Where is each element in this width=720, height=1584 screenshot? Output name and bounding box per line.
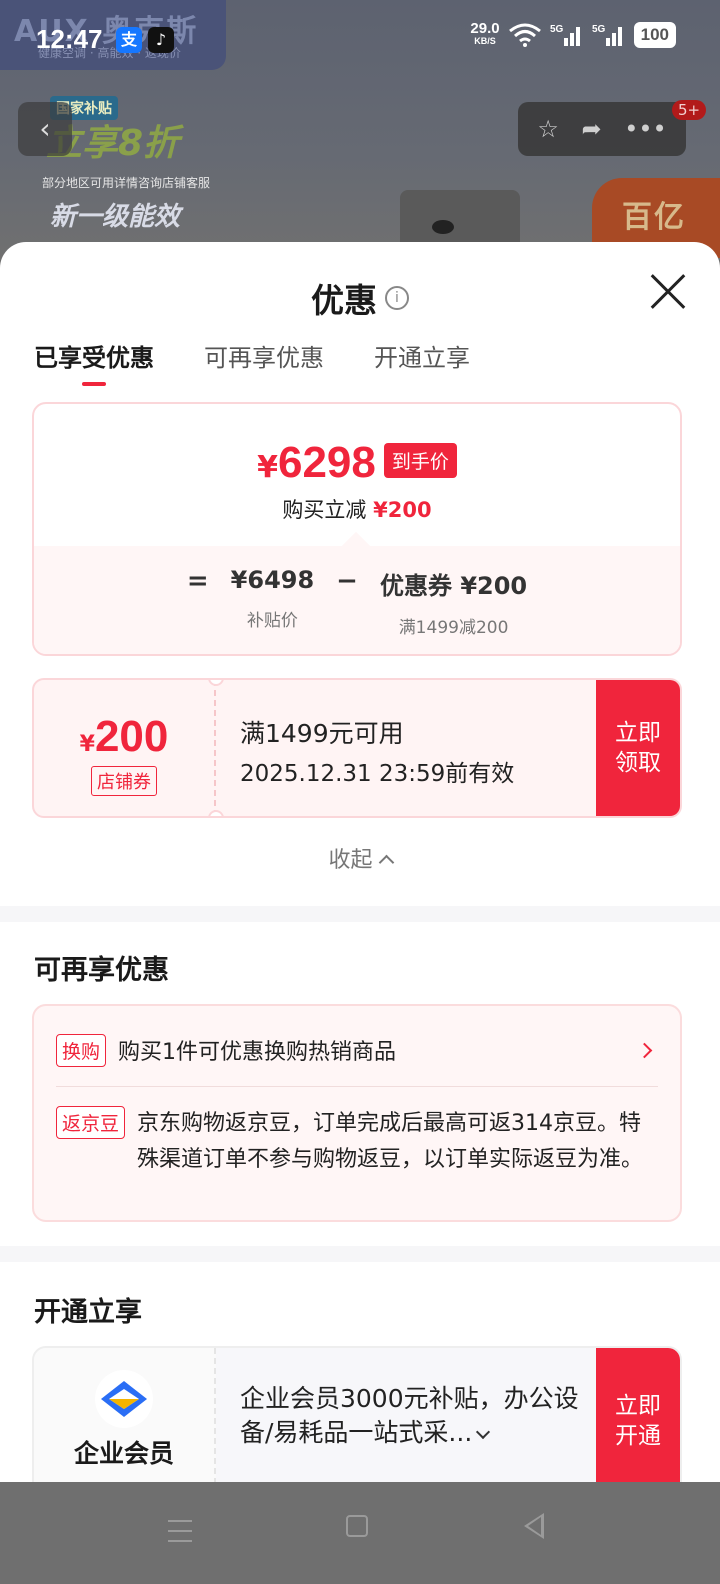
coupon-value-label: 满1499减200 [398, 618, 509, 638]
sheet-title: 优惠 i [0, 274, 720, 322]
tab-more-discounts[interactable]: 可再享优惠 [204, 338, 324, 382]
back-button[interactable]: ‹ [18, 102, 72, 156]
net-speed: 29.0 KB/S [470, 21, 499, 48]
equals-sign: = [186, 566, 209, 596]
discount-sheet: 优惠 i 已享受优惠 可再享优惠 开通立享 ¥6298 到手价 购买立减 ¥200 … [0, 242, 720, 1482]
open-member-button[interactable]: 立即开通 [596, 1348, 680, 1482]
share-icon[interactable]: ➦ [581, 115, 601, 143]
coupon-currency: ¥ [79, 732, 95, 757]
close-icon[interactable] [648, 272, 688, 312]
sheet-title-text: 优惠 [311, 281, 377, 320]
top-action-group: ☆ ➦ ••• [518, 102, 686, 156]
enterprise-member-name: 企业会员 [73, 1439, 174, 1468]
home-icon[interactable] [346, 1515, 368, 1537]
enterprise-member-desc[interactable]: 企业会员3000元补贴，办公设备/易耗品一站式采... [240, 1382, 580, 1450]
coupon-type-tag: 店铺券 [91, 766, 157, 796]
coupon-value-col: 优惠券 ¥200 满1499减200 [380, 566, 527, 638]
jingdou-tag: 返京豆 [56, 1106, 126, 1139]
reduce-amount: ¥200 [373, 498, 432, 522]
coupon-amount-section: ¥200 店铺券 [34, 680, 216, 816]
product-image-detail [432, 220, 454, 234]
final-price: ¥6298 到手价 [34, 438, 680, 488]
store-coupon: ¥200 店铺券 满1499元可用 2025.12.31 23:59前有效 立即… [32, 678, 682, 818]
menu-icon[interactable] [168, 1520, 192, 1542]
banner-energy: 新一级能效 [50, 202, 181, 232]
system-nav-bar [0, 1482, 720, 1584]
collapse-label: 收起 [328, 848, 373, 873]
promo-separator [56, 1086, 658, 1087]
coupon-amount: ¥200 [34, 712, 214, 762]
back-triangle-icon[interactable] [524, 1513, 544, 1539]
open-enjoy-title: 开通立享 [34, 1297, 142, 1328]
price-summary: ¥6298 到手价 购买立减 ¥200 [34, 404, 680, 546]
info-icon[interactable]: i [385, 286, 409, 310]
coupon-expiry: 2025.12.31 23:59前有效 [240, 761, 515, 787]
signal-5g-icon: 5G [550, 24, 580, 46]
trade-in-tag: 换购 [56, 1033, 107, 1067]
section-divider [0, 906, 720, 922]
price-formula: = ¥6498 补贴价 − 优惠券 ¥200 满1499减200 [34, 566, 680, 638]
product-image [400, 190, 520, 250]
base-price-label: 补贴价 [246, 611, 298, 631]
status-time: 12:47 [36, 24, 103, 54]
status-bar: 12:47 支 ♪ 29.0 KB/S 5G 5G 100 [0, 0, 720, 80]
svg-text:5G: 5G [550, 24, 564, 35]
chevron-down-icon[interactable] [476, 1424, 491, 1440]
enterprise-member-card: 企业会员 企业会员3000元补贴，办公设备/易耗品一站式采... 立即开通 [32, 1346, 682, 1482]
banner-note: 部分地区可用详情咨询店铺客服 [42, 176, 211, 190]
reduce-line: 购买立减 ¥200 [34, 494, 680, 524]
tiktok-icon: ♪ [148, 27, 174, 53]
base-price-col: ¥6498 补贴价 [231, 566, 315, 631]
coupon-condition: 满1499元可用 [240, 719, 404, 748]
tab-open-enjoy[interactable]: 开通立享 [374, 338, 470, 382]
status-indicators: 29.0 KB/S 5G 5G 100 [470, 21, 676, 48]
svg-text:5G: 5G [592, 24, 606, 35]
wifi-icon [508, 23, 541, 47]
reduce-label: 购买立减 [282, 498, 367, 522]
base-price: ¥6498 [230, 566, 315, 594]
coupon-notch-bottom [208, 810, 224, 816]
currency-symbol: ¥ [257, 450, 278, 485]
enterprise-member-desc-text: 企业会员3000元补贴，办公设备/易耗品一站式采... [240, 1384, 579, 1447]
more-discounts-box: 换购 购买1件可优惠换购热销商品 返京豆 京东购物返京豆，订单完成后最高可返31… [32, 1004, 682, 1222]
chevron-up-icon [378, 854, 394, 871]
coupon-details: 满1499元可用 2025.12.31 23:59前有效 [240, 714, 514, 788]
coupon-value: 优惠券 ¥200 [379, 572, 528, 600]
chevron-right-icon[interactable] [636, 1042, 653, 1058]
minus-sign: − [336, 566, 358, 596]
vip-left-section: 企业会员 [34, 1348, 216, 1482]
price-breakdown: = ¥6498 补贴价 − 优惠券 ¥200 满1499减200 [34, 546, 680, 654]
battery-icon: 100 [633, 22, 676, 48]
more-icon[interactable]: ••• [624, 115, 666, 143]
trade-in-row[interactable]: 换购 购买1件可优惠换购热销商品 [56, 1028, 658, 1072]
section-divider [0, 1246, 720, 1262]
collapse-button[interactable]: 收起 [0, 842, 720, 874]
coupon-amount-value: 200 [94, 712, 169, 761]
price-card: ¥6298 到手价 购买立减 ¥200 = ¥6498 补贴价 − 优惠券 ¥20… [32, 402, 682, 656]
tab-enjoyed[interactable]: 已享受优惠 [34, 338, 154, 386]
jingdou-row: 返京豆 京东购物返京豆，订单完成后最高可返314京豆。特殊渠道订单不参与购物返豆… [56, 1106, 658, 1178]
star-icon[interactable]: ☆ [537, 115, 559, 143]
promo-badge-text: 百亿 [622, 200, 686, 235]
final-price-value: 6298 [277, 438, 376, 487]
claim-coupon-button[interactable]: 立即领取 [596, 680, 680, 816]
tab-bar: 已享受优惠 可再享优惠 开通立享 [34, 338, 470, 386]
net-speed-unit: KB/S [474, 36, 496, 46]
alipay-icon: 支 [116, 27, 142, 53]
more-discounts-title: 可再享优惠 [34, 955, 169, 986]
jingdou-text: 京东购物返京豆，订单完成后最高可返314京豆。特殊渠道订单不参与购物返豆，以订单… [137, 1111, 644, 1172]
message-badge: 5+ [672, 100, 707, 120]
trade-in-text: 购买1件可优惠换购热销商品 [118, 1040, 397, 1065]
final-price-tag: 到手价 [383, 443, 457, 478]
enterprise-member-icon [95, 1370, 153, 1428]
signal-5g-icon: 5G [592, 24, 622, 46]
